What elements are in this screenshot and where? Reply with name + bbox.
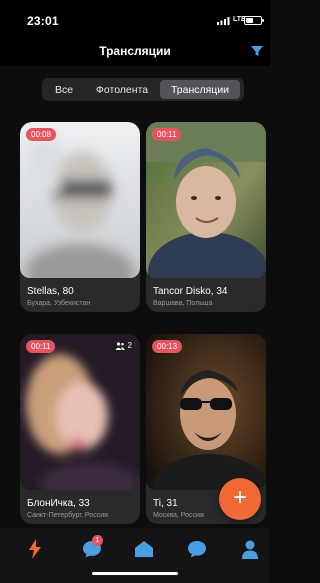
stream-thumbnail: 00:13 xyxy=(146,334,266,490)
status-time: 23:01 xyxy=(27,14,59,28)
streamer-location: Санкт-Петербург, Россия xyxy=(27,512,108,519)
viewers-icon xyxy=(115,341,125,350)
plus-icon: + xyxy=(232,484,247,511)
stream-timer: 00:11 xyxy=(152,128,182,141)
lightning-icon xyxy=(29,539,41,559)
nav-home[interactable] xyxy=(131,538,157,560)
battery-icon xyxy=(244,16,264,25)
signal-icon xyxy=(217,17,230,25)
streamer-location: Варшава, Польша xyxy=(153,300,213,307)
streamer-name: Stellas, 80 xyxy=(27,286,74,297)
streamer-location: Бухара, Узбекистан xyxy=(27,300,91,307)
battery-level xyxy=(246,18,253,23)
home-indicator xyxy=(92,572,178,575)
tab-all[interactable]: Все xyxy=(44,80,84,99)
stream-thumbnail: 00:08 xyxy=(20,122,140,278)
page-title: Трансляции xyxy=(99,44,171,58)
top-header: Трансляции xyxy=(0,36,270,66)
status-bar: 23:01 LTE xyxy=(0,0,270,36)
chat-badge: 1 xyxy=(92,535,103,546)
viewer-count-value: 2 xyxy=(127,341,132,350)
stream-timer: 00:11 xyxy=(26,340,56,353)
viewer-count: 2 xyxy=(115,341,132,350)
segmented-tabs: Все Фотолента Трансляции xyxy=(42,78,244,101)
stream-card[interactable]: 00:11 2 БлонИчка, 33 Санкт-Петербург, Ро… xyxy=(20,334,140,524)
start-stream-button[interactable]: + xyxy=(219,478,261,520)
stream-thumbnail: 00:11 xyxy=(146,122,266,278)
filter-icon[interactable] xyxy=(250,44,264,58)
nav-messages[interactable] xyxy=(184,538,210,560)
stream-timer: 00:08 xyxy=(26,128,57,141)
streamer-name: Tancor Disko, 34 xyxy=(153,286,228,297)
messages-icon xyxy=(188,541,206,558)
nav-profile[interactable] xyxy=(237,538,263,560)
nav-streams[interactable] xyxy=(22,538,48,560)
home-icon xyxy=(135,541,153,557)
stream-timer: 00:13 xyxy=(152,340,183,353)
tab-streams[interactable]: Трансляции xyxy=(160,80,240,99)
streamer-location: Москва, Россия xyxy=(153,512,204,519)
streamer-name: Ti, 31 xyxy=(153,498,178,509)
tab-photofeed[interactable]: Фотолента xyxy=(84,80,160,99)
profile-icon xyxy=(242,540,258,559)
stream-card[interactable]: 00:08 Stellas, 80 Бухара, Узбекистан xyxy=(20,122,140,312)
streamer-name: БлонИчка, 33 xyxy=(27,498,90,509)
nav-chat[interactable]: 1 xyxy=(79,535,105,560)
stream-card[interactable]: 00:11 Tancor Disko, 34 Варшава, Польша xyxy=(146,122,266,312)
stream-thumbnail: 00:11 2 xyxy=(20,334,140,490)
